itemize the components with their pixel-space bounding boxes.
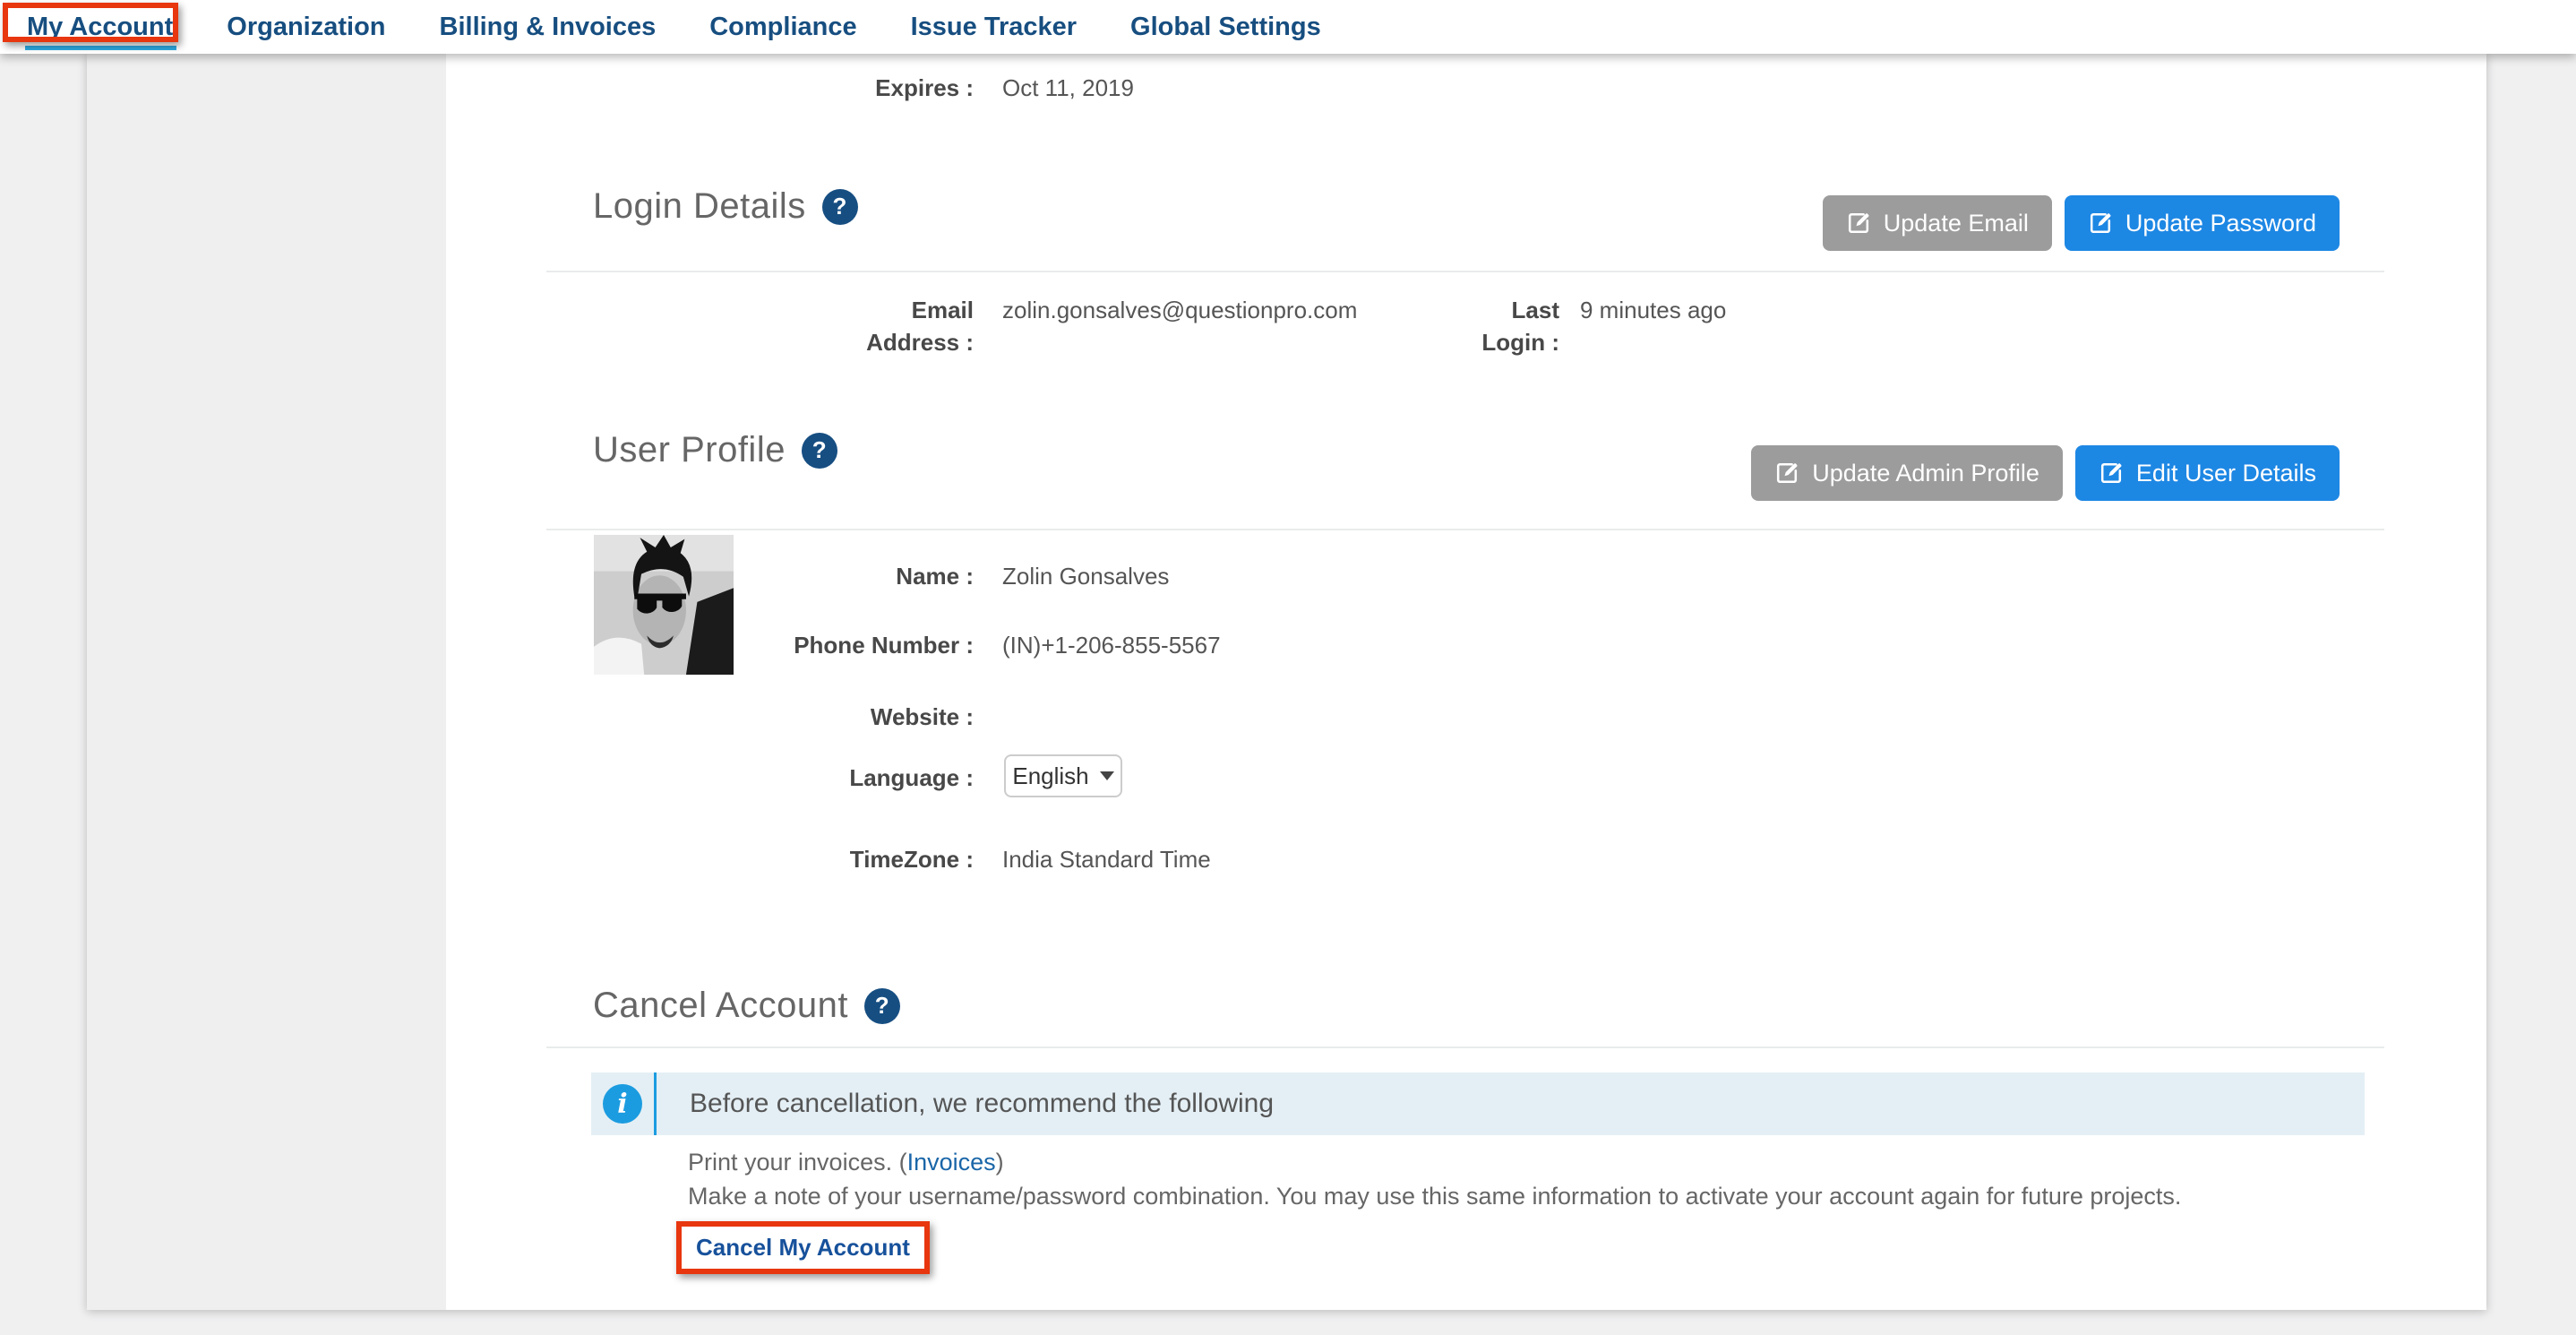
annotation-box-cancel-account: Cancel My Account: [676, 1221, 930, 1274]
user-profile-title: User Profile: [593, 430, 786, 470]
profile-photo: [594, 535, 734, 675]
last-login-value: 9 minutes ago: [1580, 294, 1726, 326]
instruction-1-text: Print your invoices. (: [688, 1149, 907, 1176]
timezone-label: TimeZone :: [723, 843, 974, 875]
help-icon[interactable]: ?: [864, 988, 900, 1024]
banner-message: Before cancellation, we recommend the fo…: [690, 1072, 1274, 1135]
active-tab-underline: [25, 46, 176, 50]
update-admin-profile-label: Update Admin Profile: [1812, 460, 2039, 487]
invoices-link[interactable]: Invoices: [907, 1149, 996, 1176]
help-icon[interactable]: ?: [802, 433, 837, 469]
user-profile-actions: Update Admin Profile Edit User Details: [1751, 445, 2340, 501]
edit-icon: [1846, 211, 1871, 236]
name-label: Name :: [723, 560, 974, 592]
info-icon: i: [603, 1084, 642, 1124]
section-divider: [546, 1046, 2384, 1048]
update-password-label: Update Password: [2125, 210, 2316, 237]
left-sidebar-panel: [87, 54, 446, 1310]
cancellation-info-banner: i Before cancellation, we recommend the …: [591, 1072, 2365, 1135]
caret-down-icon: [1100, 771, 1114, 780]
website-label: Website :: [723, 701, 974, 733]
help-icon[interactable]: ?: [822, 189, 858, 225]
cancel-account-heading: Cancel Account ?: [593, 986, 900, 1026]
cancel-my-account-link[interactable]: Cancel My Account: [696, 1234, 910, 1262]
section-divider: [546, 529, 2384, 530]
expires-label: Expires :: [705, 72, 974, 104]
section-divider: [546, 271, 2384, 272]
email-address-value: zolin.gonsalves@questionpro.com: [1002, 294, 1357, 326]
email-address-label: Email Address :: [830, 294, 974, 358]
tab-issue-tracker[interactable]: Issue Tracker: [911, 13, 1077, 42]
cancel-account-title: Cancel Account: [593, 986, 848, 1026]
instruction-1-suffix: ): [996, 1149, 1004, 1176]
phone-number-label: Phone Number :: [723, 629, 974, 661]
edit-icon: [1774, 461, 1799, 486]
instruction-line-1: Print your invoices. (Invoices): [688, 1145, 2181, 1179]
language-label: Language :: [723, 762, 974, 794]
login-details-title: Login Details: [593, 186, 806, 227]
name-value: Zolin Gonsalves: [1002, 560, 1169, 592]
tab-billing-invoices[interactable]: Billing & Invoices: [440, 13, 657, 42]
timezone-value: India Standard Time: [1002, 843, 1211, 875]
settings-card: Expires : Oct 11, 2019 Login Details ? U…: [87, 54, 2486, 1310]
update-admin-profile-button[interactable]: Update Admin Profile: [1751, 445, 2063, 501]
instruction-line-2: Make a note of your username/password co…: [688, 1179, 2181, 1213]
language-dropdown[interactable]: English: [1004, 754, 1122, 797]
expires-value: Oct 11, 2019: [1002, 72, 1134, 104]
top-navigation: My Account Organization Billing & Invoic…: [0, 0, 2576, 54]
banner-separator: [654, 1072, 657, 1135]
cancellation-instructions: Print your invoices. (Invoices) Make a n…: [688, 1145, 2181, 1213]
login-details-heading: Login Details ?: [593, 186, 858, 227]
annotation-box-my-account: [3, 3, 178, 42]
language-selected-value: English: [1012, 762, 1088, 790]
login-details-actions: Update Email Update Password: [1823, 195, 2340, 251]
update-email-label: Update Email: [1884, 210, 2029, 237]
edit-user-details-button[interactable]: Edit User Details: [2075, 445, 2340, 501]
user-profile-heading: User Profile ?: [593, 430, 837, 470]
last-login-label: Last Login :: [1452, 294, 1559, 358]
update-email-button[interactable]: Update Email: [1823, 195, 2052, 251]
edit-user-details-label: Edit User Details: [2136, 460, 2316, 487]
update-password-button[interactable]: Update Password: [2065, 195, 2340, 251]
edit-icon: [2099, 461, 2124, 486]
phone-number-value: (IN)+1-206-855-5567: [1002, 629, 1221, 661]
tab-global-settings[interactable]: Global Settings: [1130, 13, 1321, 42]
tab-organization[interactable]: Organization: [227, 13, 385, 42]
tab-compliance[interactable]: Compliance: [709, 13, 856, 42]
edit-icon: [2088, 211, 2113, 236]
